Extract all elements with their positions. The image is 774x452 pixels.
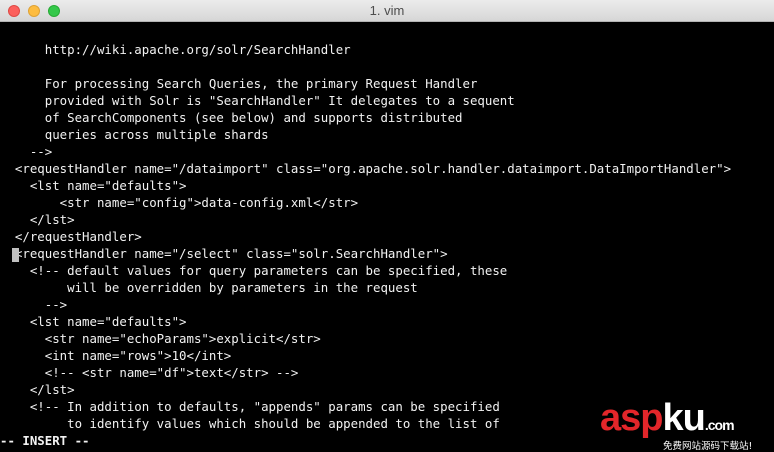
editor-line: <requestHandler name="/dataimport" class… (0, 161, 732, 176)
editor-line: of SearchComponents (see below) and supp… (0, 110, 463, 125)
watermark-logo-white: ku (662, 397, 705, 439)
editor-line: </lst> (0, 382, 75, 397)
editor-line: <lst name="defaults"> (0, 314, 187, 329)
editor-line: queries across multiple shards (0, 127, 269, 142)
editor-line: will be overridden by parameters in the … (0, 280, 418, 295)
editor-line: <str name="config">data-config.xml</str> (0, 195, 359, 210)
editor-line: provided with Solr is "SearchHandler" It… (0, 93, 515, 108)
editor-line: <lst name="defaults"> (0, 178, 187, 193)
editor-line: <!-- default values for query parameters… (0, 263, 508, 278)
editor-line: <!-- In addition to defaults, "appends" … (0, 399, 500, 414)
editor-line: <int name="rows">10</int> (0, 348, 232, 363)
title-bar[interactable]: 1. vim (0, 0, 774, 22)
text-cursor (12, 248, 19, 262)
editor-line: <str name="echoParams">explicit</str> (0, 331, 321, 346)
editor-line: http://wiki.apache.org/solr/SearchHandle… (0, 42, 351, 57)
editor-line: --> (0, 144, 53, 159)
editor-line: For processing Search Queries, the prima… (0, 76, 478, 91)
editor-line: </lst> (0, 212, 75, 227)
watermark-subtitle: 免费网站源码下载站! (663, 441, 753, 452)
editor-line: to identify values which should be appen… (0, 416, 500, 431)
editor-line: </requestHandler> (0, 229, 142, 244)
window-title: 1. vim (369, 3, 405, 18)
editor-line: <!-- <str name="df">text</str> --> (0, 365, 299, 380)
vim-editor[interactable]: http://wiki.apache.org/solr/SearchHandle… (0, 22, 774, 452)
vim-mode-status: -- INSERT -- (0, 433, 90, 448)
editor-line: --> (0, 297, 68, 312)
watermark-logo-suffix: .com (704, 417, 735, 433)
terminal-window: 1. vim http://wiki.apache.org/solr/Searc… (0, 0, 774, 452)
watermark-logo: aspku.com 免费网站源码下载站! (600, 398, 770, 452)
watermark-logo-red: asp (600, 397, 663, 439)
editor-line: <requestHandler name="/select" class="so… (0, 246, 448, 261)
